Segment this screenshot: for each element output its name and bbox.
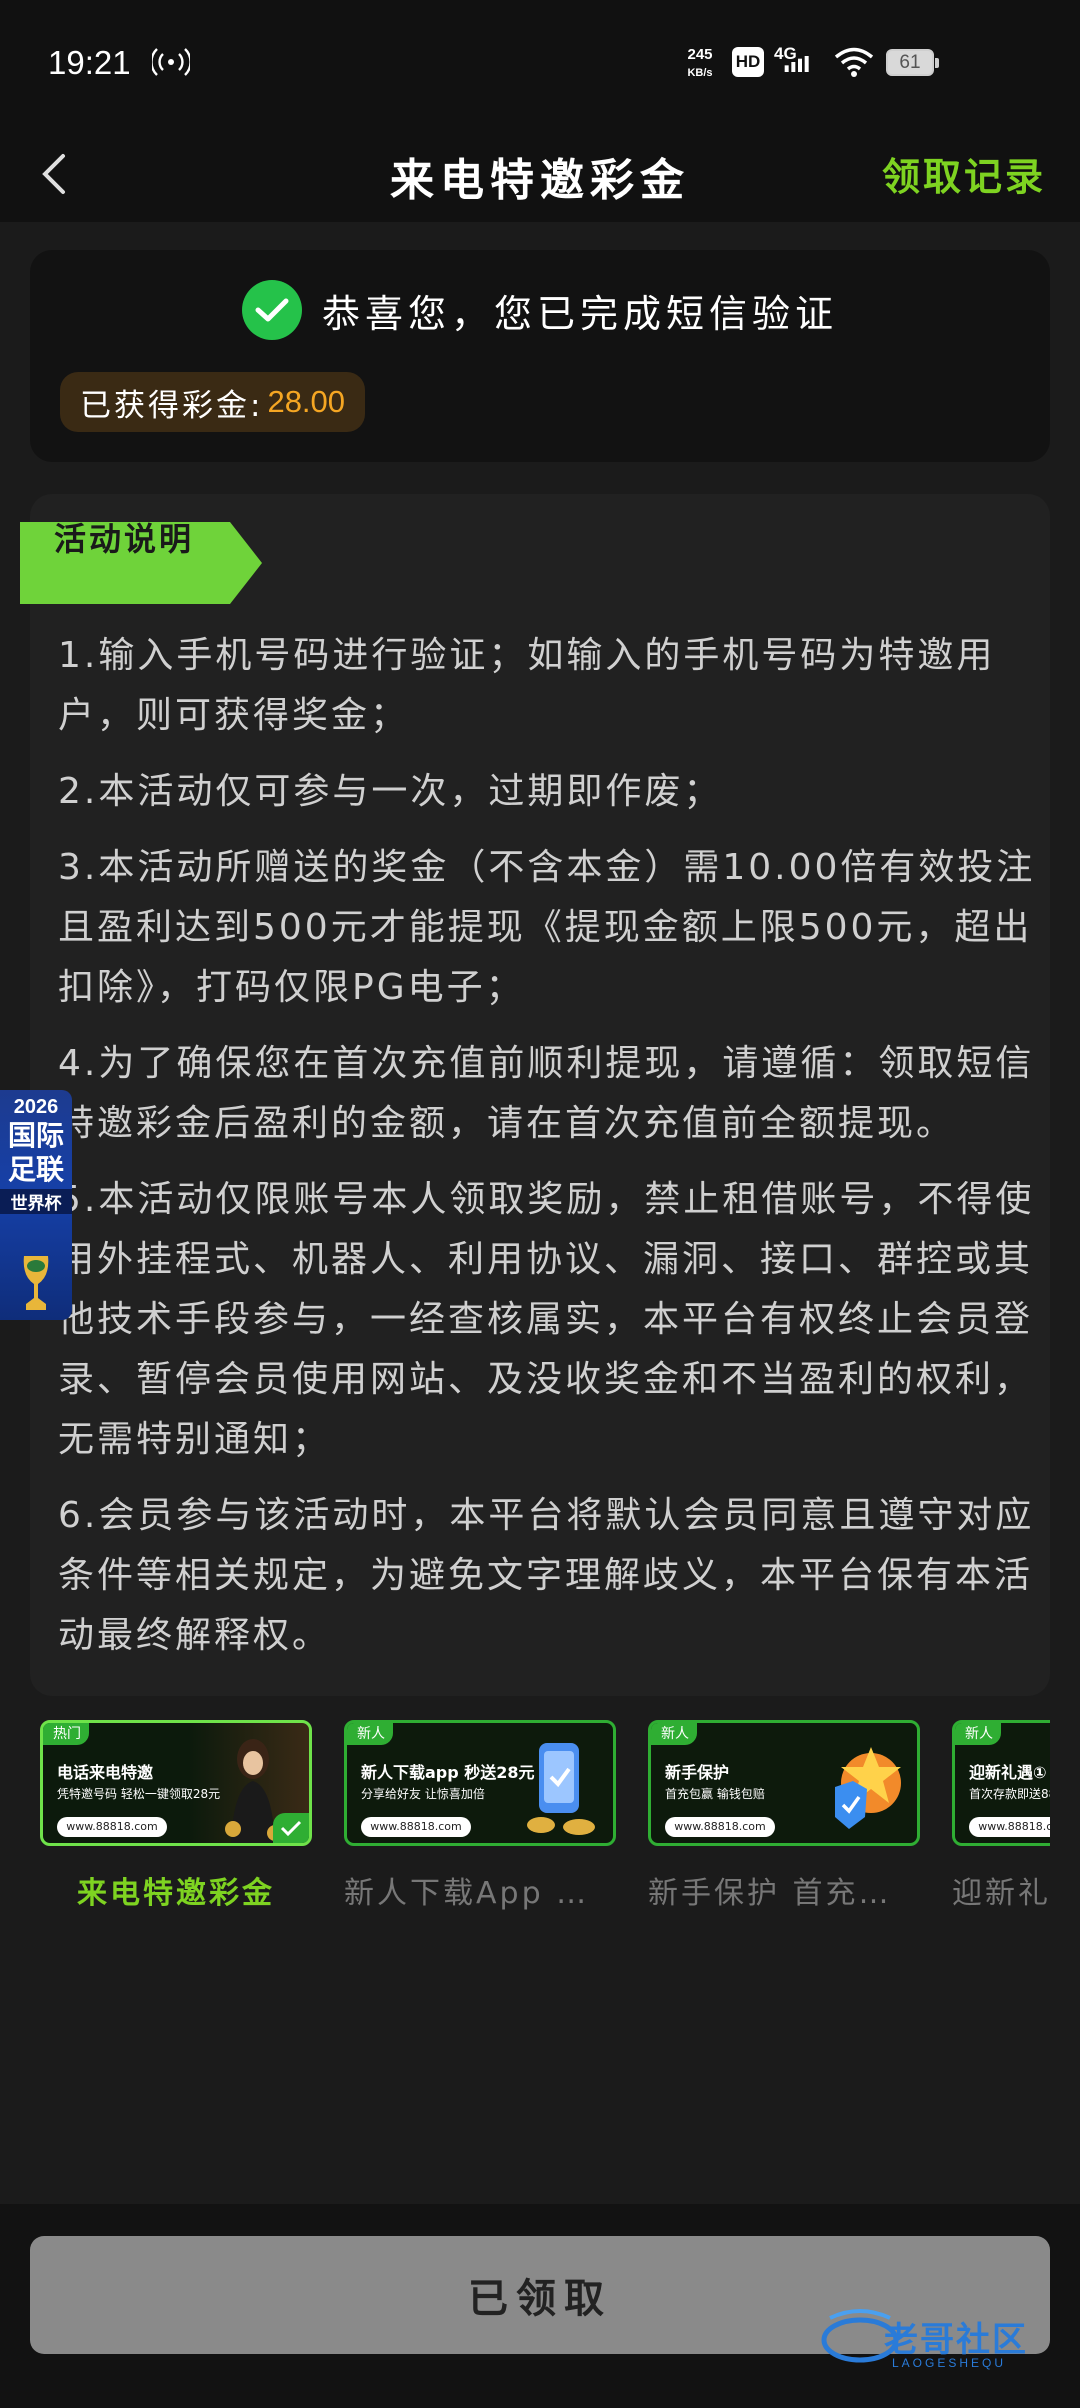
selected-check-icon: [273, 1813, 309, 1843]
promo-item[interactable]: 热门 电话来电特邀 凭特邀号码 轻松一键领取28元 www.88818.com …: [40, 1720, 312, 1912]
rule-item-2: 2.本活动仅可参与一次，过期即作废；: [58, 771, 723, 812]
banner-year: 2026: [13, 1096, 59, 1118]
promo-tag: 新人: [347, 1723, 393, 1745]
promo-headline: 迎新礼遇①: [969, 1763, 1047, 1782]
promo-tag: 新人: [955, 1723, 1001, 1745]
footer: 已领取 老哥社区 LAOGESHEQU: [0, 2204, 1080, 2408]
banner-line-1: 国际: [7, 1120, 64, 1151]
bonus-label: 已获得彩金:: [80, 387, 264, 424]
activity-rules-card: 活动说明 1.输入手机号码进行验证；如输入的手机号码为特邀用户，则可获得奖金； …: [20, 494, 1050, 1696]
watermark: 老哥社区 LAOGESHEQU: [820, 2294, 1050, 2384]
network-speed-unit: KB/s: [687, 67, 713, 79]
promo-url: www.88818.com: [361, 1817, 471, 1837]
phone-coins-illustration-icon: [527, 1743, 595, 1835]
watermark-subtext: LAOGESHEQU: [892, 2356, 1007, 2370]
promo-label: 迎新礼遇: [952, 1876, 1050, 1911]
promo-subtitle: 首充包赢 输钱包赔: [665, 1787, 765, 1801]
promo-banner: 新人 迎新礼遇① 首次存款即送88 www.88818.com: [952, 1720, 1050, 1846]
bonus-badge: 已获得彩金: 28.00: [60, 372, 366, 432]
promo-tag: 热门: [43, 1723, 89, 1745]
verification-success-card: 恭喜您，您已完成短信验证 已获得彩金: 28.00: [30, 250, 1050, 462]
claim-records-link[interactable]: 领取记录: [882, 146, 1046, 201]
promo-headline: 新手保护: [665, 1763, 730, 1782]
hotspot-icon: [152, 48, 190, 76]
rule-item-3: 3.本活动所赠送的奖金（不含本金）需10.00倍有效投注且盈利达到500元才能提…: [58, 847, 1036, 1008]
promo-url: www.88818.com: [969, 1817, 1050, 1837]
promo-carousel[interactable]: 热门 电话来电特邀 凭特邀号码 轻松一键领取28元 www.88818.com …: [40, 1720, 1050, 1920]
rule-item-1: 1.输入手机号码进行验证；如输入的手机号码为特邀用户，则可获得奖金；: [58, 635, 996, 736]
promo-banner: 热门 电话来电特邀 凭特邀号码 轻松一键领取28元 www.88818.com: [40, 1720, 312, 1846]
world-cup-floating-banner[interactable]: 2026 国际 足联 世界杯: [0, 1090, 72, 1320]
rules-tag-label: 活动说明: [54, 520, 195, 558]
promo-item[interactable]: 新人 迎新礼遇① 首次存款即送88 www.88818.com 迎新礼遇: [952, 1720, 1050, 1912]
promo-label: 新人下载App 秒送28元: [344, 1876, 616, 1911]
success-message: 恭喜您，您已完成短信验证: [321, 291, 838, 336]
promo-url: www.88818.com: [57, 1817, 167, 1837]
promo-banner: 新人 新手保护 首充包赢 输钱包赔 www.88818.com: [648, 1720, 920, 1846]
signal-icon: [784, 56, 809, 72]
promo-item[interactable]: 新人 新人下载app 秒送28元 分享给好友 让惊喜加倍 www.88818.c…: [344, 1720, 616, 1912]
header: 来电特邀彩金 领取记录: [0, 128, 1080, 222]
promo-tag: 新人: [651, 1723, 697, 1745]
rule-item-4: 4.为了确保您在首次充值前顺利提现，请遵循：领取短信特邀彩金后盈利的金额，请在首…: [58, 1043, 1035, 1144]
rules-list: 1.输入手机号码进行验证；如输入的手机号码为特邀用户，则可获得奖金； 2.本活动…: [58, 626, 1038, 1682]
promo-subtitle: 分享给好友 让惊喜加倍: [361, 1787, 485, 1801]
network-speed: 245 KB/s: [680, 46, 720, 82]
rule-item-5: 5.本活动仅限账号本人领取奖励，禁止租借账号，不得使用外挂程式、机器人、利用协议…: [58, 1179, 1035, 1460]
hd-badge: HD: [732, 47, 764, 77]
bonus-value: 28.00: [267, 384, 346, 419]
network-speed-value: 245: [687, 46, 713, 63]
status-time: 19:21: [48, 44, 131, 81]
banner-line-3: 世界杯: [0, 1189, 72, 1214]
wifi-icon: [834, 47, 874, 77]
promo-headline: 电话来电特邀: [57, 1763, 154, 1782]
check-circle-icon: [241, 280, 302, 340]
battery-icon: 61: [886, 49, 939, 76]
success-row: 恭喜您，您已完成短信验证: [30, 280, 1050, 340]
banner-line-2: 足联: [7, 1154, 64, 1185]
promo-headline: 新人下载app 秒送28元: [361, 1763, 535, 1782]
watermark-text: 老哥社区: [884, 2320, 1028, 2360]
promo-label: 新手保护 首充包赢输钱包赔: [648, 1876, 920, 1911]
rule-item-6: 6.会员参与该活动时，本平台将默认会员同意且遵守对应条件等相关规定，为避免文字理…: [58, 1495, 1035, 1656]
status-bar: 19:21 245 KB/s HD 4G 61: [0, 0, 1080, 128]
promo-subtitle: 凭特邀号码 轻松一键领取28元: [57, 1787, 221, 1801]
promo-item[interactable]: 新人 新手保护 首充包赢 输钱包赔 www.88818.com 新手保护 首充包…: [648, 1720, 920, 1912]
trophy-icon: [23, 1256, 49, 1310]
promo-label: 来电特邀彩金: [77, 1876, 275, 1911]
promo-subtitle: 首次存款即送88: [969, 1787, 1050, 1801]
promo-url: www.88818.com: [665, 1817, 775, 1837]
shield-star-illustration-icon: [835, 1747, 901, 1829]
promo-banner: 新人 新人下载app 秒送28元 分享给好友 让惊喜加倍 www.88818.c…: [344, 1720, 616, 1846]
